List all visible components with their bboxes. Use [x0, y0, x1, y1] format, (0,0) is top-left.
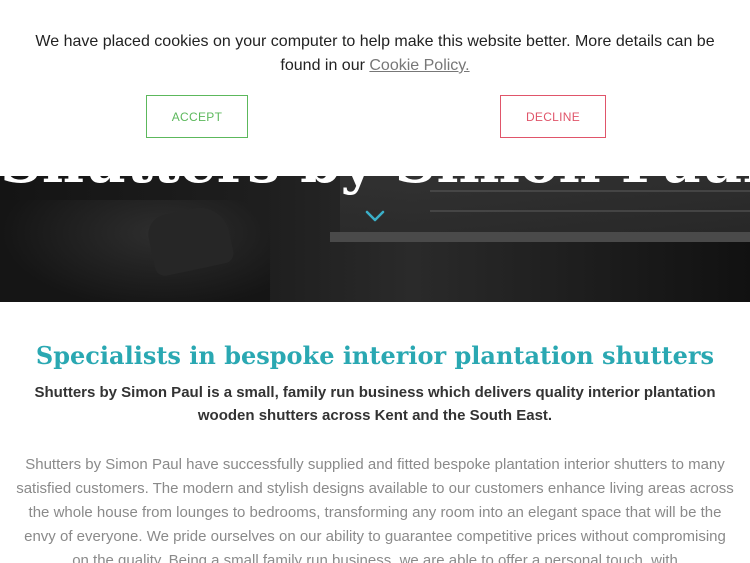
intro-heading: Specialists in bespoke interior plantati… [35, 341, 715, 370]
cookie-policy-link[interactable]: Cookie Policy. [369, 57, 469, 74]
chevron-down-icon[interactable] [364, 208, 386, 224]
cookie-message: We have placed cookies on your computer … [20, 30, 730, 78]
intro-body: Shutters by Simon Paul have successfully… [16, 456, 734, 563]
cookie-banner: We have placed cookies on your computer … [0, 0, 750, 176]
accept-button[interactable]: ACCEPT [146, 95, 248, 138]
decline-button[interactable]: DECLINE [500, 95, 606, 138]
hero-window-sill [330, 232, 750, 242]
intro-lead: Shutters by Simon Paul is a small, famil… [34, 384, 716, 424]
shutter-slat [430, 210, 750, 212]
